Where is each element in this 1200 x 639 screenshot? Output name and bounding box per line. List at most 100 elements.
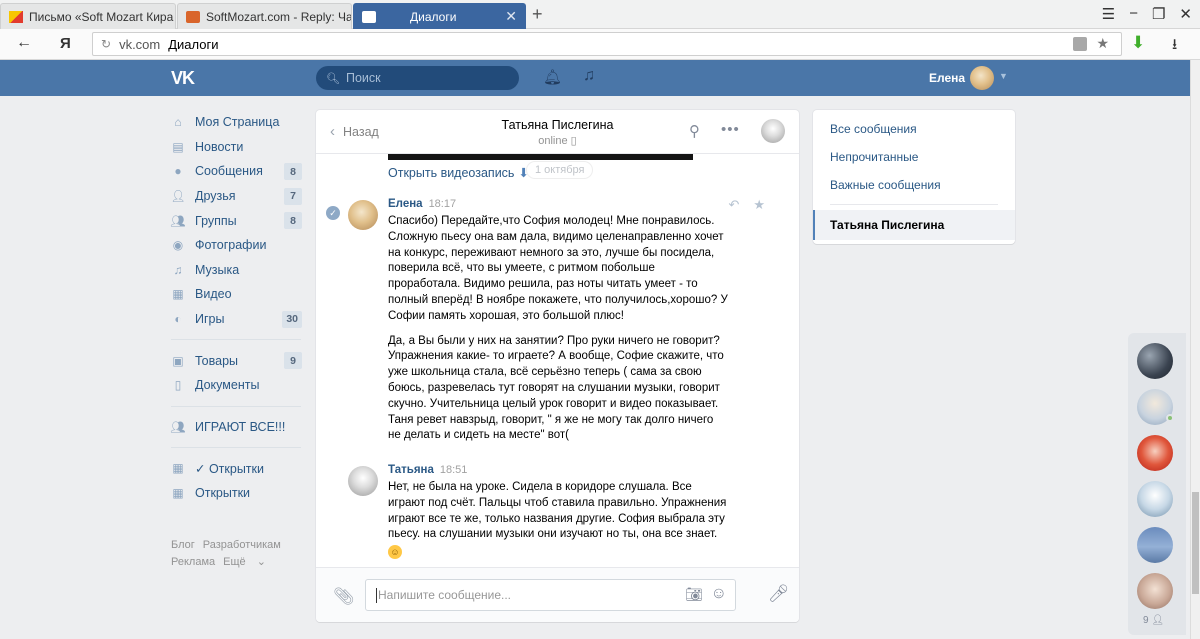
vk-message-icon [362, 10, 376, 23]
date-badge: 1 октября [526, 161, 594, 179]
scrollbar-thumb[interactable] [1192, 492, 1199, 594]
star-icon[interactable]: ★ [753, 197, 765, 213]
chat-bubble[interactable] [1137, 527, 1173, 563]
message-author: Елена 18:17 [388, 198, 457, 210]
user-icon: 👤︎ [1151, 615, 1165, 626]
message-text: Спасибо) Передайте,что София молодец! Мн… [388, 215, 728, 442]
music-icon: ♫ [173, 262, 183, 277]
documents-icon: ▯ [174, 378, 182, 393]
music-note-icon[interactable]: ♫ [583, 67, 595, 85]
minimize-icon[interactable]: − [1129, 5, 1138, 23]
download-green-icon[interactable]: ⬇ [1131, 33, 1145, 53]
bell-icon[interactable]: 🔔︎ [543, 68, 562, 86]
more-icon[interactable]: ••• [721, 121, 740, 138]
mail-icon [9, 10, 23, 23]
filter-important[interactable]: Важные сообщения [830, 178, 941, 192]
nav-community-igrayut[interactable]: 👥︎ ИГРАЮТ ВСЕ!!! [170, 415, 306, 440]
nav-video[interactable]: ▦ Видео [171, 282, 306, 307]
peer-avatar[interactable] [761, 119, 785, 143]
count-badge: 9 [284, 352, 302, 370]
developers-link[interactable]: Разработчикам [203, 539, 281, 551]
mobile-icon: ▯ [570, 135, 577, 147]
bookmark-star-icon[interactable]: ★ [1096, 35, 1109, 52]
restore-icon[interactable]: ❐ [1152, 5, 1165, 23]
nav-documents[interactable]: ▯ Документы [171, 373, 306, 398]
avatar[interactable] [348, 200, 378, 230]
filter-all[interactable]: Все сообщения [830, 122, 917, 136]
blog-link[interactable]: Блог [171, 539, 195, 551]
message-composer: 📎︎ Напишите сообщение... 📷︎ ☺ 🎤︎ [316, 567, 799, 622]
market-icon: ▣ [172, 353, 184, 368]
lock-icon[interactable] [1073, 37, 1087, 51]
groups-icon: 👥︎ [170, 213, 186, 228]
nav-photos[interactable]: ◉ Фотографии [171, 233, 306, 258]
chevron-down-icon[interactable]: ▼ [999, 71, 1008, 81]
nav-app-otkrytki-checked[interactable]: ▦ ✓ Открытки [171, 456, 306, 481]
menu-icon[interactable]: ☰ [1102, 5, 1115, 23]
smile-emoji-icon: ☺ [388, 545, 402, 560]
apps-icon: ▦ [172, 486, 184, 501]
chat-bubble[interactable] [1137, 343, 1173, 379]
open-video-link[interactable]: Открыть видеозапись ⬇ [388, 165, 529, 180]
filter-unread[interactable]: Непрочитанные [830, 150, 918, 164]
nav-app-otkrytki[interactable]: ▦ Открытки [171, 481, 306, 506]
chat-bubble[interactable] [1137, 573, 1173, 609]
count-badge: 7 [284, 187, 302, 205]
message-input[interactable]: Напишите сообщение... 📷︎ ☺ [365, 579, 736, 611]
microphone-icon[interactable]: 🎤︎ [768, 584, 790, 604]
ads-link[interactable]: Реклама [171, 556, 215, 568]
nav-news[interactable]: ▤ Новости [171, 135, 306, 160]
message-text: Нет, не была на уроке. Сидела в коридоре… [388, 481, 727, 560]
reply-icon[interactable]: ↶ [728, 197, 739, 213]
nav-groups[interactable]: 👥︎ Группы 8 [170, 208, 306, 233]
filter-current-peer[interactable]: Татьяна Пислегина [813, 210, 1015, 240]
more-link[interactable]: Ещё ⌄ [223, 556, 274, 568]
emoji-icon[interactable]: ☺ [711, 585, 727, 603]
news-icon: ▤ [172, 139, 184, 154]
yandex-logo-icon[interactable]: Я [60, 35, 71, 52]
filter-divider [830, 204, 998, 205]
count-badge: 30 [282, 310, 302, 328]
downloads-icon[interactable]: ⭳ [1172, 34, 1177, 59]
more-chats-count[interactable]: 9 👤︎ [1143, 615, 1164, 626]
home-icon: ⌂ [174, 115, 182, 130]
tab-softmozart[interactable]: SoftMozart.com - Reply: Ча [177, 3, 352, 29]
camera-icon[interactable]: 📷︎ [685, 586, 703, 603]
nav-market[interactable]: ▣ Товары 9 [171, 348, 306, 373]
search-input[interactable]: 🔍︎ Поиск [316, 66, 519, 90]
page-scrollbar[interactable] [1190, 60, 1200, 639]
nav-divider [171, 447, 301, 449]
chat-bubble[interactable] [1137, 389, 1174, 425]
nav-my-page[interactable]: ⌂ Моя Страница [171, 110, 306, 135]
search-icon[interactable]: ⚲ [689, 122, 700, 140]
attach-icon[interactable]: 📎︎ [333, 587, 355, 607]
user-avatar[interactable] [970, 66, 994, 90]
vk-logo-icon[interactable]: VK [171, 68, 195, 89]
url-field[interactable]: ↻ vk.com Диалоги ★ [92, 32, 1122, 56]
nav-group-main: ⌂ Моя Страница ▤ Новости ● Сообщения 8 👤︎ Дру… [170, 110, 306, 332]
reload-icon[interactable]: ↻ [101, 37, 111, 51]
chat-bubbles-column: 9 👤︎ [1128, 333, 1186, 635]
avatar[interactable] [348, 466, 378, 496]
close-window-icon[interactable]: ✕ [1179, 5, 1192, 23]
text-caret [376, 587, 377, 603]
nav-friends[interactable]: 👤︎ Друзья 7 [170, 184, 306, 209]
tab-dialogs[interactable]: Диалоги ✕ [353, 3, 526, 29]
footer-links: Блог Разработчикам Реклама Ещё ⌄ [171, 537, 289, 571]
tab-mail[interactable]: Письмо «Soft Mozart Кира 8 [0, 3, 176, 29]
user-name[interactable]: Елена [929, 71, 965, 85]
nav-divider [171, 339, 301, 341]
chat-bubble[interactable] [1137, 435, 1173, 471]
check-icon[interactable]: ✓ [326, 206, 340, 220]
community-icon: 👥︎ [170, 419, 186, 434]
chat-header: ‹ Назад Татьяна Пислегина online ▯ ⚲ ••• [316, 110, 799, 154]
messages-icon: ● [174, 164, 182, 179]
close-tab-icon[interactable]: ✕ [505, 8, 517, 25]
nav-music[interactable]: ♫ Музыка [171, 258, 306, 283]
video-preview[interactable] [388, 154, 693, 160]
nav-messages[interactable]: ● Сообщения 8 [171, 159, 306, 184]
back-arrow-icon[interactable]: ← [16, 34, 32, 52]
new-tab-button[interactable]: + [532, 4, 543, 25]
nav-games[interactable]: ◐ Игры 30 [171, 307, 306, 332]
chat-bubble[interactable] [1137, 481, 1173, 517]
